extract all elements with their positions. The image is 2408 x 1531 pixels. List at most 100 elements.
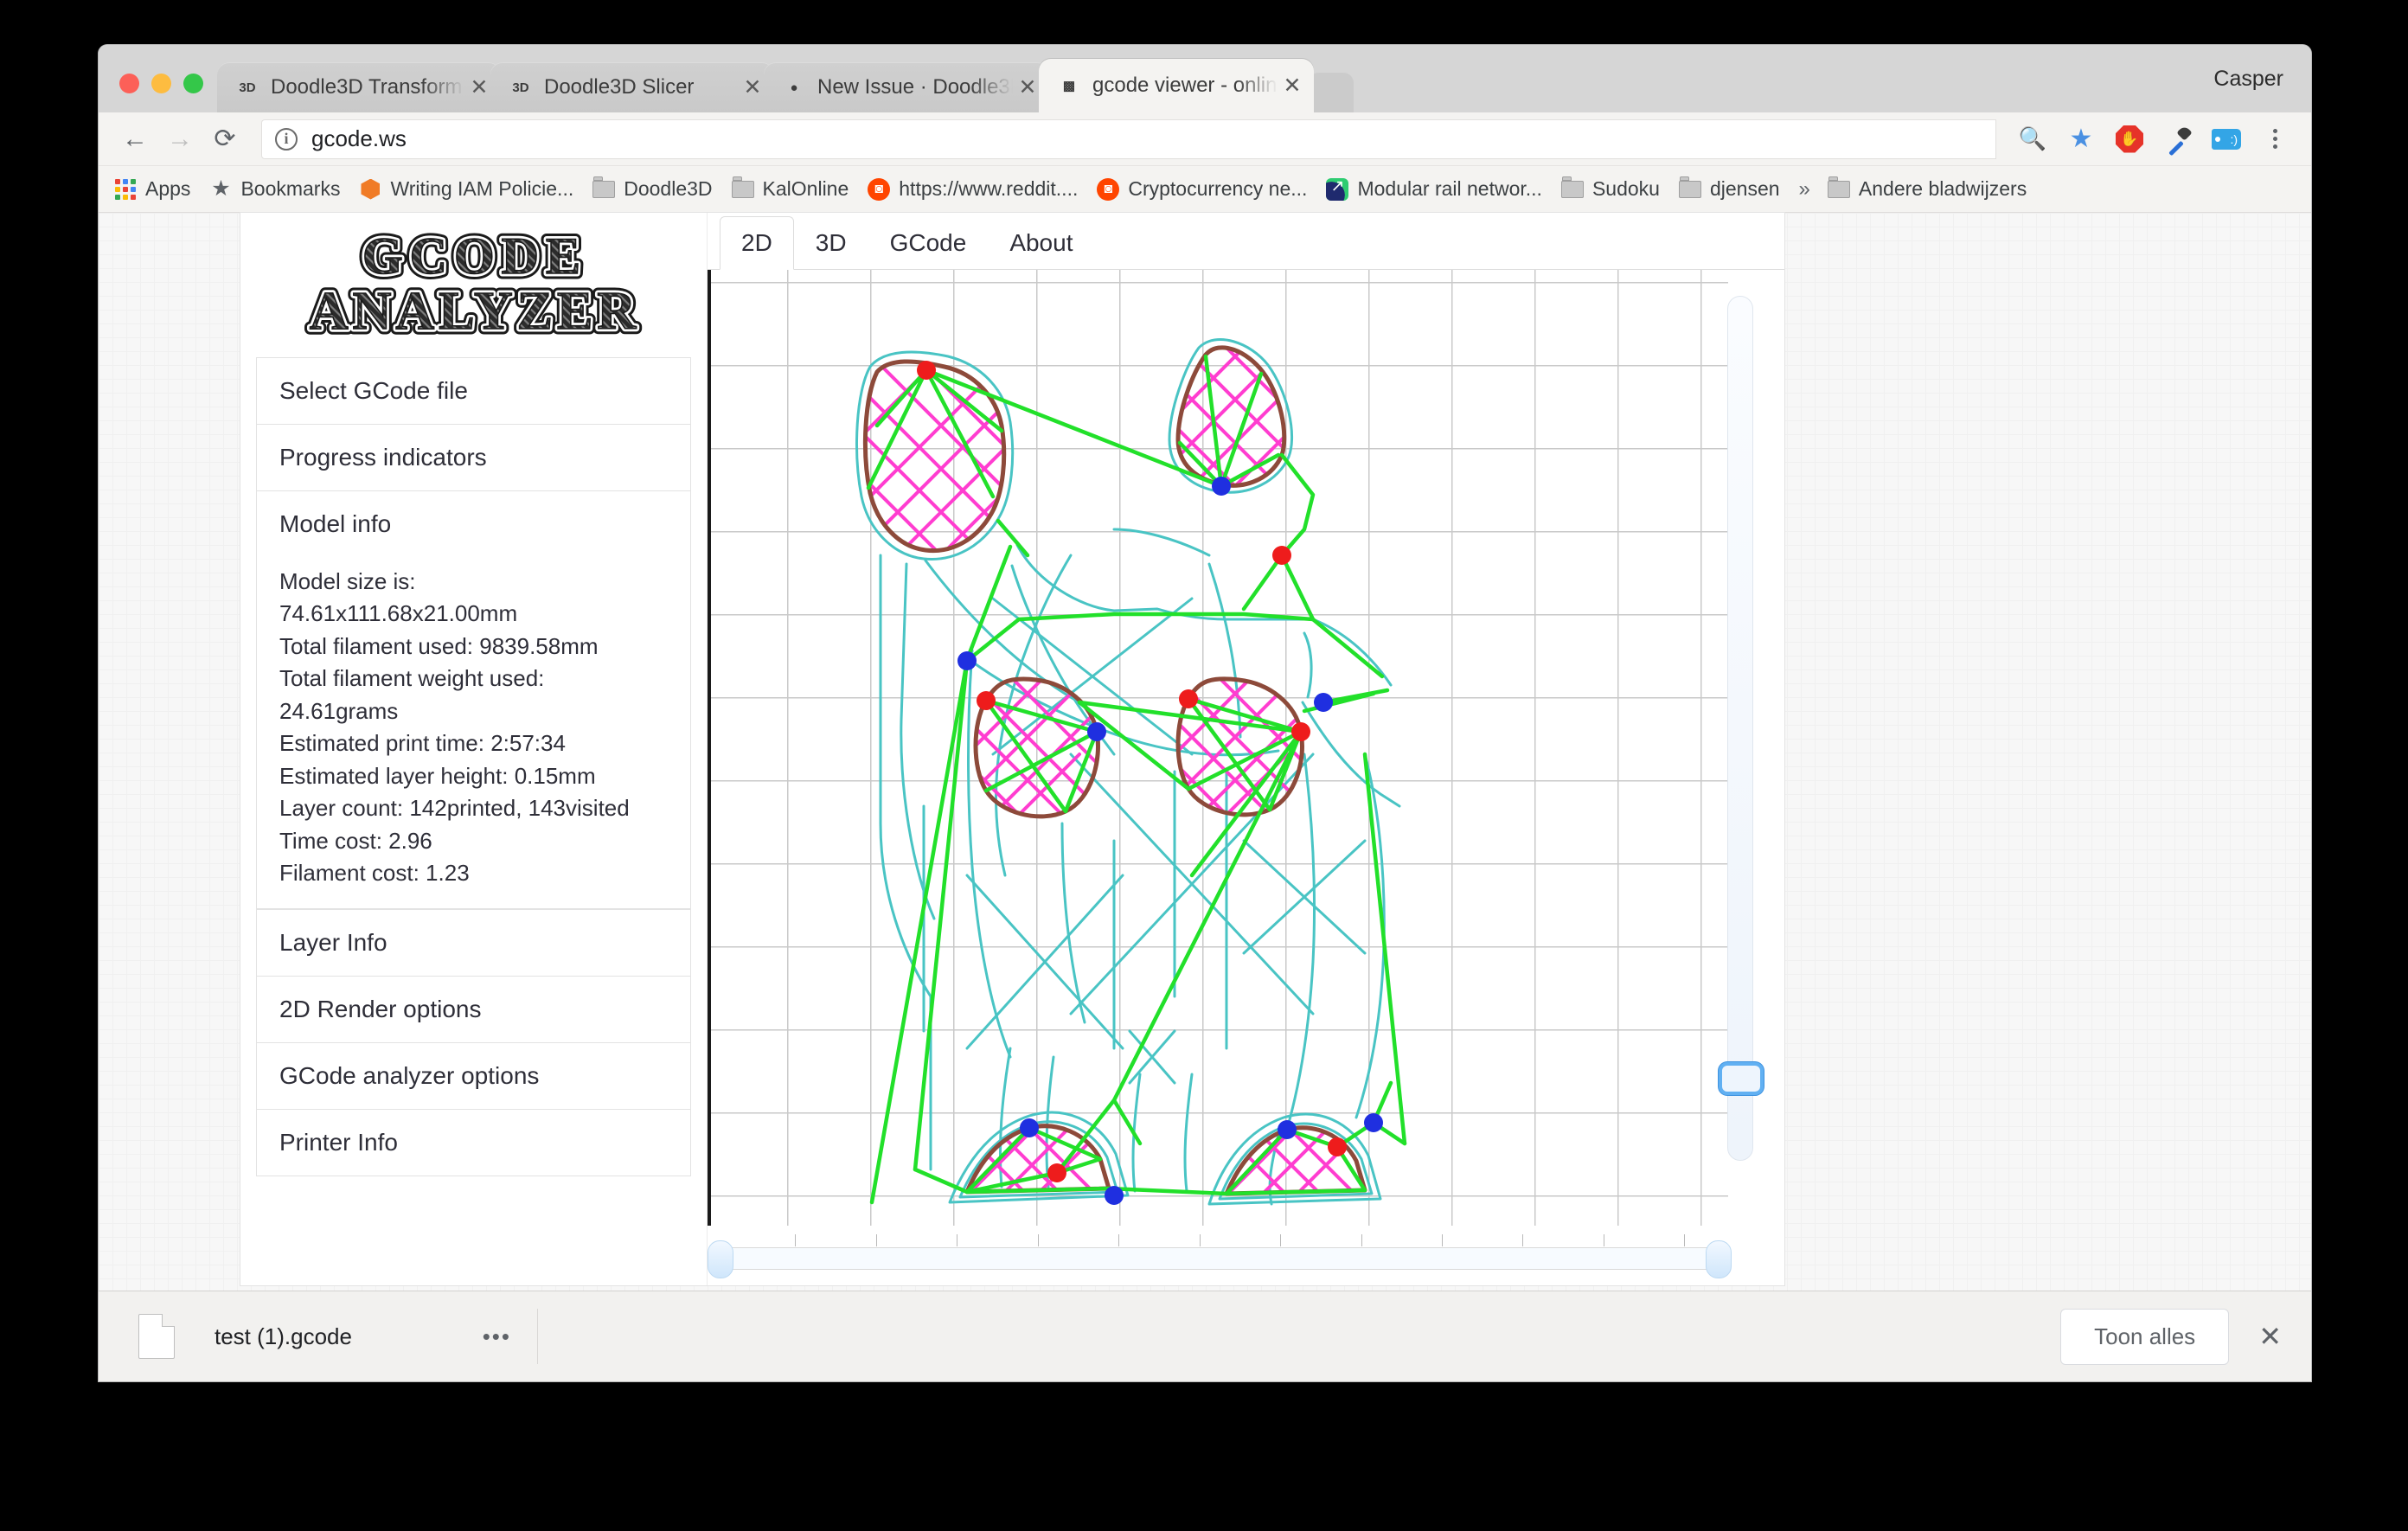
- bookmark-djensen[interactable]: djensen: [1678, 176, 1780, 201]
- bookmark-bookmarks[interactable]: ★ Bookmarks: [209, 177, 340, 201]
- adblock-stop-icon[interactable]: ✋: [2107, 117, 2152, 162]
- overflow-chevron-icon[interactable]: »: [1799, 177, 1810, 202]
- accordion-label: GCode analyzer options: [279, 1062, 540, 1090]
- reddit-icon: ◙: [868, 177, 891, 201]
- restart-point: [1212, 477, 1231, 496]
- retract-point: [977, 691, 996, 710]
- show-all-downloads-button[interactable]: Toon alles: [2060, 1308, 2230, 1365]
- browser-tab-doodle3d-slicer[interactable]: 3D Doodle3D Slicer ✕: [490, 62, 774, 112]
- browser-tab-new-issue[interactable]: ● New Issue · Doodle3D/Doodle3 ✕: [764, 62, 1049, 112]
- downloads-bar: test (1).gcode ••• Toon alles ✕: [99, 1291, 2311, 1381]
- bookmark-cryptocurrency-news[interactable]: ◙ Cryptocurrency ne...: [1097, 177, 1307, 201]
- close-tab-icon[interactable]: ✕: [464, 76, 494, 99]
- maximize-window-button[interactable]: [183, 74, 203, 93]
- accordion-label: Progress indicators: [279, 444, 487, 471]
- tab-about[interactable]: About: [988, 216, 1094, 270]
- tab-title: Doodle3D Transform: [271, 75, 463, 99]
- accordion-layer-info[interactable]: Layer Info: [256, 909, 691, 977]
- new-tab-button[interactable]: [1309, 73, 1354, 112]
- bookmark-star-icon[interactable]: ★: [2059, 117, 2104, 162]
- retract-point: [917, 361, 936, 380]
- back-icon[interactable]: ←: [112, 117, 157, 162]
- download-file-name: test (1).gcode: [215, 1323, 352, 1349]
- download-item[interactable]: test (1).gcode •••: [123, 1309, 538, 1364]
- bookmark-doodle3d[interactable]: Doodle3D: [592, 176, 713, 201]
- minimize-window-button[interactable]: [151, 74, 171, 93]
- sidebar: GCODE GCODE GCODE ANALYZER ANALYZER ANAL…: [240, 213, 708, 1285]
- gcode-canvas-area[interactable]: [708, 270, 1784, 1285]
- tab-label: 3D: [815, 229, 847, 256]
- accordion-2d-render-options[interactable]: 2D Render options: [256, 976, 691, 1043]
- site-info-icon[interactable]: i: [275, 127, 298, 151]
- tab-title: Doodle3D Slicer: [544, 75, 695, 99]
- accordion-select-gcode-file[interactable]: Select GCode file: [256, 357, 691, 424]
- model-info-line: 74.61x111.68x21.00mm: [279, 600, 518, 627]
- address-bar[interactable]: i gcode.ws: [261, 119, 1996, 159]
- accordion-progress-indicators[interactable]: Progress indicators: [256, 424, 691, 490]
- bookmark-andere-bladwijzers[interactable]: Andere bladwijzers: [1827, 176, 2027, 201]
- model-info-line: Model size is:: [279, 568, 416, 594]
- accordion-model-info[interactable]: Model info: [256, 490, 691, 557]
- slider-ticks: [714, 1234, 1725, 1246]
- reload-icon[interactable]: ⟳: [202, 117, 247, 162]
- gcode-analyzer-app: GCODE GCODE GCODE ANALYZER ANALYZER ANAL…: [240, 213, 1784, 1285]
- tab-3d[interactable]: 3D: [794, 216, 868, 270]
- model-info-line: Estimated print time: 2:57:34: [279, 730, 566, 757]
- accordion-label: Layer Info: [279, 929, 387, 957]
- viewer-panel: 2D 3D GCode About: [708, 213, 1784, 1285]
- browser-tab-gcode-viewer[interactable]: ▩ gcode viewer - online gcode vi ✕: [1039, 59, 1314, 112]
- accordion-gcode-analyzer-options[interactable]: GCode analyzer options: [256, 1042, 691, 1110]
- progress-range-slider-track[interactable]: [708, 1234, 1732, 1278]
- layer-slider-handle[interactable]: [1719, 1062, 1764, 1095]
- url-text: gcode.ws: [311, 125, 407, 151]
- gcode-analyzer-logo: GCODE GCODE GCODE ANALYZER ANALYZER ANAL…: [256, 213, 691, 357]
- svg-text:ANALYZER: ANALYZER: [310, 282, 640, 339]
- close-downloads-bar-icon[interactable]: ✕: [2258, 1320, 2287, 1353]
- tab-title: New Issue · Doodle3D/Doodle3: [817, 75, 1013, 99]
- bookmark-modular-rail-network[interactable]: Modular rail networ...: [1326, 177, 1542, 201]
- folder-icon: [1827, 176, 1850, 201]
- doodle3d-icon: 3D: [239, 80, 256, 95]
- bookmark-label: Andere bladwijzers: [1858, 177, 2027, 200]
- doodle3d-icon: 3D: [512, 80, 529, 95]
- close-tab-icon[interactable]: ✕: [738, 76, 767, 99]
- profile-name[interactable]: Casper: [2213, 67, 2311, 112]
- download-menu-icon[interactable]: •••: [483, 1323, 537, 1350]
- accordion-label: Select GCode file: [279, 377, 468, 404]
- progress-slider-handle-start[interactable]: [708, 1240, 733, 1278]
- tag-emoji-icon[interactable]: :): [2204, 117, 2249, 162]
- bookmark-reddit-url[interactable]: ◙ https://www.reddit....: [868, 177, 1078, 201]
- tab-2d[interactable]: 2D: [720, 216, 794, 270]
- close-tab-icon[interactable]: ✕: [1278, 74, 1307, 97]
- restart-point: [1105, 1186, 1124, 1205]
- restart-point: [1278, 1120, 1297, 1139]
- close-tab-icon[interactable]: ✕: [1013, 76, 1042, 99]
- bookmark-label: Writing IAM Policie...: [390, 177, 574, 200]
- viewer-tabbar: 2D 3D GCode About: [708, 213, 1784, 270]
- progress-slider-handle-end[interactable]: [1706, 1240, 1732, 1278]
- restart-point: [1020, 1118, 1039, 1137]
- tab-strip: 3D Doodle3D Transform ✕ 3D Doodle3D Slic…: [99, 45, 2311, 112]
- accordion-printer-info[interactable]: Printer Info: [256, 1109, 691, 1177]
- file-icon: [138, 1314, 175, 1359]
- bookmark-sudoku[interactable]: Sudoku: [1560, 176, 1660, 201]
- tabs: 3D Doodle3D Transform ✕ 3D Doodle3D Slic…: [217, 59, 2213, 112]
- model-info-line: Estimated layer height: 0.15mm: [279, 762, 596, 789]
- restart-point: [957, 651, 977, 670]
- bookmark-label: Cryptocurrency ne...: [1128, 177, 1308, 200]
- chrome-menu-icon[interactable]: [2252, 117, 2297, 162]
- bookmark-writing-iam-policies[interactable]: Writing IAM Policie...: [359, 177, 573, 201]
- bookmarks-bar: Apps ★ Bookmarks Writing IAM Policie... …: [99, 166, 2311, 213]
- forward-icon[interactable]: →: [157, 117, 202, 162]
- eyedropper-icon[interactable]: [2155, 117, 2200, 162]
- zoom-out-icon[interactable]: 🔍: [2010, 117, 2055, 162]
- downloads-bar-actions: Toon alles ✕: [2060, 1308, 2287, 1365]
- bookmark-label: KalOnline: [762, 177, 849, 200]
- close-window-button[interactable]: [119, 74, 139, 93]
- tab-gcode[interactable]: GCode: [868, 216, 989, 270]
- bookmark-apps[interactable]: Apps: [114, 177, 190, 201]
- tab-label: About: [1009, 229, 1073, 256]
- bookmark-kalonline[interactable]: KalOnline: [731, 176, 849, 201]
- browser-tab-doodle3d-transform[interactable]: 3D Doodle3D Transform ✕: [217, 62, 501, 112]
- layer-slider-track[interactable]: [1719, 296, 1764, 1161]
